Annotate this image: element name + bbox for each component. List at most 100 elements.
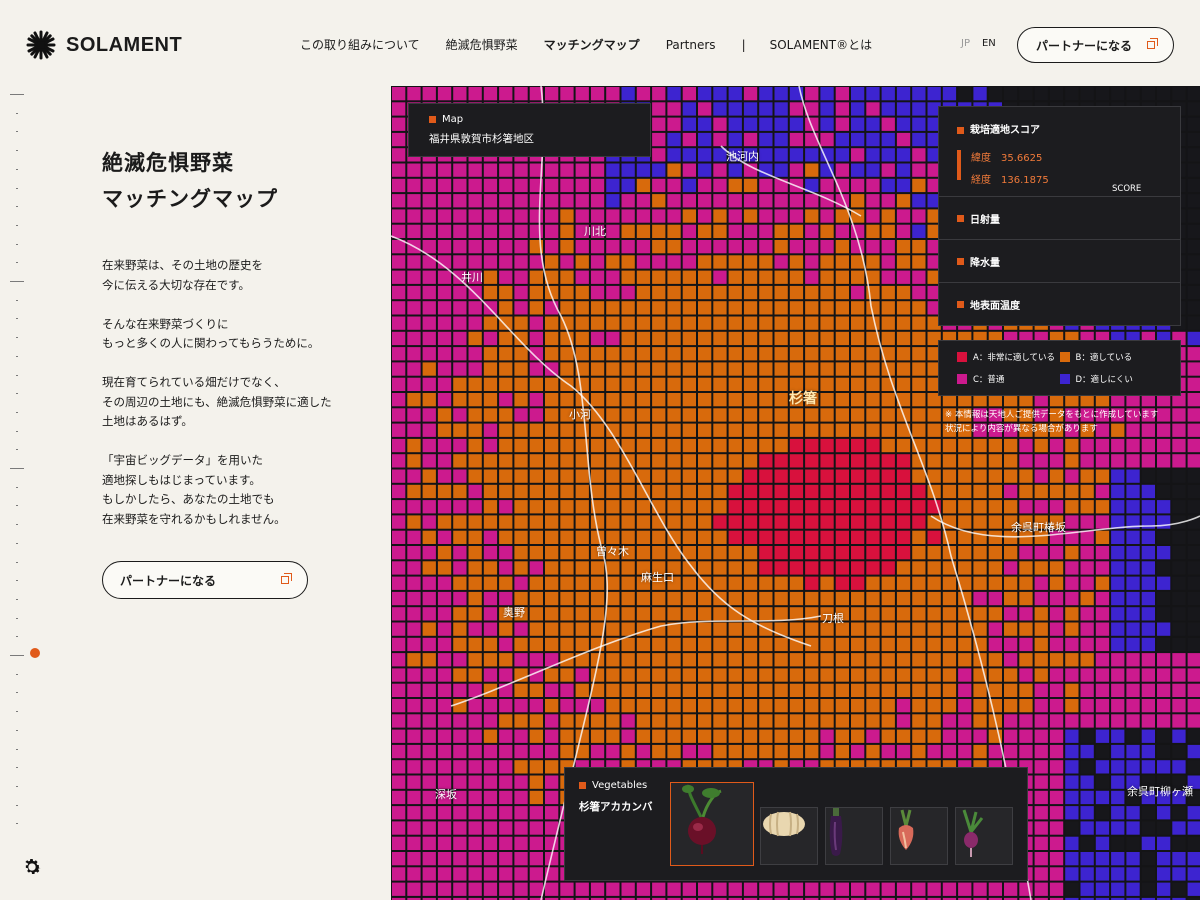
grid-cell[interactable]: [529, 377, 543, 391]
grid-cell[interactable]: [988, 561, 1002, 575]
grid-cell[interactable]: [759, 377, 773, 391]
grid-cell[interactable]: [499, 270, 513, 284]
header-partner-button[interactable]: パートナーになる: [1017, 27, 1174, 63]
grid-cell[interactable]: [789, 683, 804, 697]
grid-cell[interactable]: [437, 240, 452, 254]
grid-cell[interactable]: [789, 117, 804, 131]
grid-cell[interactable]: [835, 454, 849, 468]
grid-cell[interactable]: [468, 454, 482, 468]
grid-cell[interactable]: [392, 576, 406, 590]
grid-cell[interactable]: [774, 729, 788, 743]
grid-cell[interactable]: [973, 454, 987, 468]
grid-cell[interactable]: [728, 270, 742, 284]
grid-cell[interactable]: [682, 377, 696, 391]
grid-cell[interactable]: [636, 423, 651, 437]
grid-cell[interactable]: [606, 561, 620, 575]
grid-cell[interactable]: [667, 607, 681, 621]
grid-cell[interactable]: [514, 316, 528, 330]
grid-cell[interactable]: [606, 331, 620, 346]
grid-cell[interactable]: [560, 744, 574, 759]
grid-cell[interactable]: [453, 546, 467, 560]
grid-cell[interactable]: [667, 255, 681, 269]
grid-cell[interactable]: [453, 744, 467, 759]
grid-cell[interactable]: [835, 362, 849, 376]
grid-cell[interactable]: [499, 561, 513, 575]
grid-cell[interactable]: [789, 561, 804, 575]
grid-cell[interactable]: [713, 607, 727, 621]
grid-cell[interactable]: [468, 500, 482, 514]
grid-cell[interactable]: [437, 87, 452, 101]
grid-cell[interactable]: [636, 224, 651, 238]
grid-cell[interactable]: [483, 561, 498, 575]
grid-cell[interactable]: [1080, 760, 1094, 774]
grid-cell[interactable]: [514, 836, 528, 850]
grid-cell[interactable]: [1172, 699, 1186, 713]
grid-cell[interactable]: [805, 561, 819, 575]
grid-cell[interactable]: [392, 775, 406, 789]
grid-cell[interactable]: [407, 637, 421, 652]
grid-cell[interactable]: [468, 607, 482, 621]
grid-cell[interactable]: [759, 270, 773, 284]
grid-cell[interactable]: [1080, 515, 1094, 529]
grid-cell[interactable]: [759, 668, 773, 682]
grid-cell[interactable]: [789, 622, 804, 636]
grid-cell[interactable]: [514, 699, 528, 713]
grid-cell[interactable]: [866, 546, 880, 560]
grid-cell[interactable]: [1157, 515, 1171, 529]
grid-cell[interactable]: [866, 668, 880, 682]
grid-cell[interactable]: [621, 377, 635, 391]
grid-cell[interactable]: [499, 653, 513, 667]
grid-cell[interactable]: [453, 561, 467, 575]
grid-cell[interactable]: [728, 454, 742, 468]
grid-cell[interactable]: [1111, 729, 1125, 743]
grid-cell[interactable]: [1157, 699, 1171, 713]
grid-cell[interactable]: [1004, 729, 1018, 743]
grid-cell[interactable]: [407, 362, 421, 376]
grid-cell[interactable]: [1065, 438, 1079, 453]
grid-cell[interactable]: [1126, 591, 1140, 606]
grid-cell[interactable]: [682, 668, 696, 682]
grid-cell[interactable]: [713, 714, 727, 728]
grid-cell[interactable]: [789, 148, 804, 162]
grid-cell[interactable]: [606, 178, 620, 193]
grid-cell[interactable]: [912, 393, 926, 407]
grid-cell[interactable]: [652, 209, 666, 223]
grid-cell[interactable]: [1187, 668, 1200, 682]
grid-cell[interactable]: [743, 729, 758, 743]
grid-cell[interactable]: [835, 729, 849, 743]
grid-cell[interactable]: [437, 882, 452, 896]
grid-cell[interactable]: [973, 699, 987, 713]
grid-cell[interactable]: [866, 622, 880, 636]
grid-cell[interactable]: [1049, 836, 1064, 850]
grid-cell[interactable]: [835, 209, 849, 223]
grid-cell[interactable]: [606, 699, 620, 713]
grid-cell[interactable]: [1049, 500, 1064, 514]
grid-cell[interactable]: [820, 591, 834, 606]
grid-cell[interactable]: [835, 714, 849, 728]
grid-cell[interactable]: [912, 699, 926, 713]
grid-cell[interactable]: [805, 744, 819, 759]
grid-cell[interactable]: [682, 637, 696, 652]
grid-cell[interactable]: [621, 362, 635, 376]
score-row-rain[interactable]: 降水量: [939, 240, 1180, 283]
grid-cell[interactable]: [453, 530, 467, 544]
grid-cell[interactable]: [483, 668, 498, 682]
grid-cell[interactable]: [529, 591, 543, 606]
grid-cell[interactable]: [1080, 469, 1094, 483]
grid-cell[interactable]: [575, 285, 589, 300]
grid-cell[interactable]: [514, 301, 528, 315]
grid-cell[interactable]: [805, 224, 819, 238]
grid-cell[interactable]: [851, 882, 865, 896]
grid-cell[interactable]: [1049, 561, 1064, 575]
grid-cell[interactable]: [667, 224, 681, 238]
grid-cell[interactable]: [483, 729, 498, 743]
grid-cell[interactable]: [1049, 729, 1064, 743]
grid-cell[interactable]: [851, 316, 865, 330]
grid-cell[interactable]: [789, 469, 804, 483]
grid-cell[interactable]: [1172, 454, 1186, 468]
grid-cell[interactable]: [407, 331, 421, 346]
grid-cell[interactable]: [1034, 484, 1048, 499]
grid-cell[interactable]: [422, 546, 436, 560]
grid-cell[interactable]: [774, 87, 788, 101]
grid-cell[interactable]: [483, 224, 498, 238]
